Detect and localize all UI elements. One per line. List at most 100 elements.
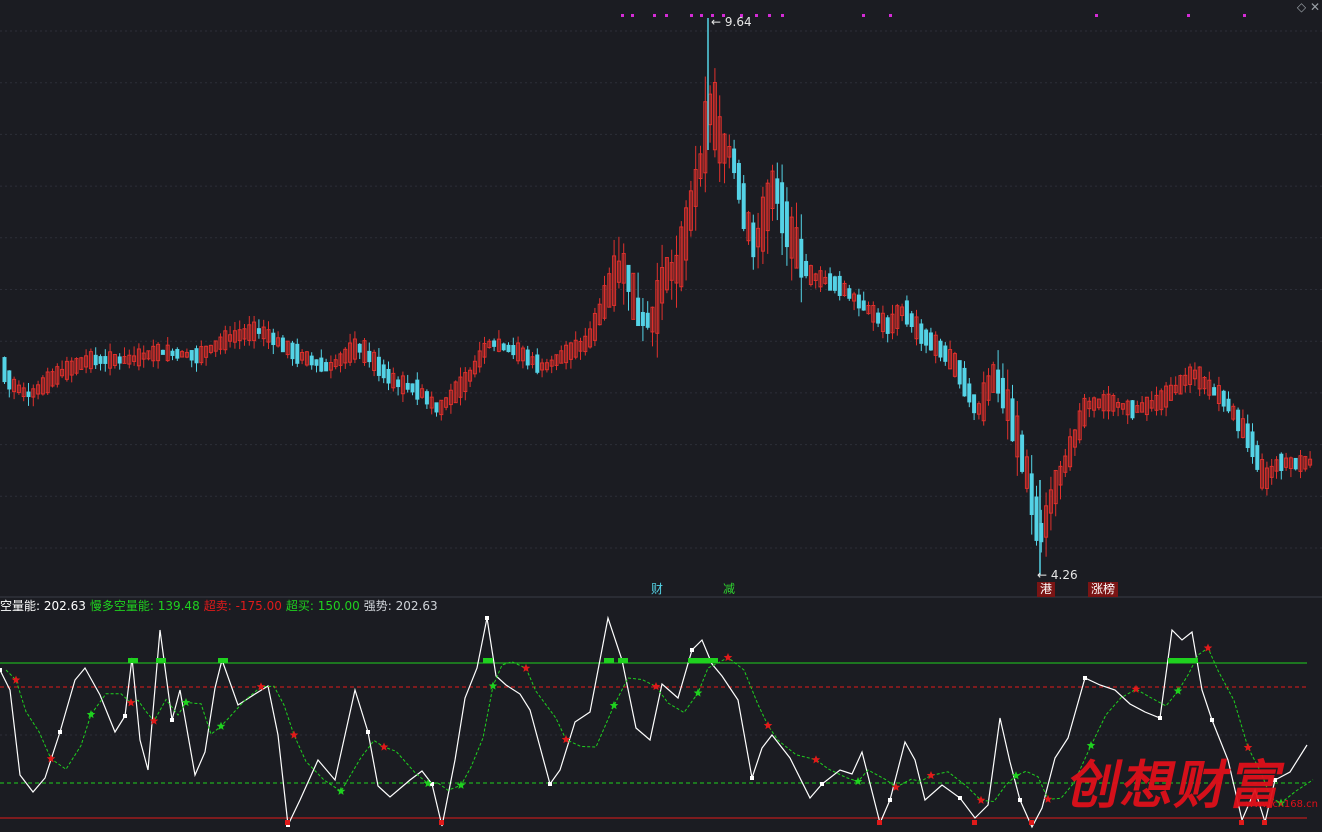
candle-body — [861, 300, 866, 311]
signal-dot — [690, 14, 693, 17]
signal-dot — [700, 14, 703, 17]
candle-body — [1226, 398, 1231, 412]
arrow-left-icon: ← — [711, 15, 722, 29]
candle-body — [741, 183, 746, 229]
candle-body — [856, 294, 861, 309]
signal-dot — [631, 14, 634, 17]
green-bar-marker — [1188, 658, 1198, 663]
green-star-marker — [693, 688, 703, 697]
candle-body — [1000, 377, 1005, 409]
candle-body — [909, 313, 914, 328]
candle-body — [386, 368, 391, 384]
indicator-legend: 空量能: 202.63 慢多空量能: 139.48 超卖: -175.00 超买: 1… — [0, 598, 442, 614]
signal-dot — [665, 14, 668, 17]
annotation-jian[interactable]: 减 — [720, 582, 738, 597]
candle-body — [1221, 390, 1226, 407]
signal-dot — [889, 14, 892, 17]
candle-body — [876, 312, 881, 324]
white-square-marker — [58, 730, 62, 734]
signal-dot — [781, 14, 784, 17]
red-square-marker — [1239, 820, 1244, 825]
white-square-marker — [548, 782, 552, 786]
candle-body — [736, 163, 741, 200]
signal-dot — [1095, 14, 1098, 17]
candle-body — [381, 364, 386, 379]
red-square-marker — [439, 820, 444, 825]
candle-body — [319, 357, 324, 372]
green-star-marker — [1173, 686, 1183, 695]
candle-body — [314, 359, 319, 366]
white-square-marker — [1158, 716, 1162, 720]
candle-body — [928, 332, 933, 351]
white-square-marker — [1210, 718, 1214, 722]
close-icon[interactable]: ✕ — [1310, 0, 1320, 14]
white-square-marker — [690, 648, 694, 652]
candle-body — [919, 323, 924, 344]
white-square-marker — [1083, 676, 1087, 680]
signal-dot — [755, 14, 758, 17]
green-bar-marker — [708, 658, 718, 663]
candle-body — [415, 379, 420, 400]
candle-body — [434, 402, 439, 413]
annotation-zhangbang[interactable]: 涨榜 — [1088, 582, 1119, 597]
green-star-marker — [456, 780, 466, 789]
low-price-label: ← 4.26 — [1037, 568, 1078, 582]
corner-icons: ◇ ✕ — [1297, 0, 1320, 14]
red-square-marker — [1029, 820, 1034, 825]
white-square-marker — [0, 668, 2, 672]
candle-body — [194, 348, 199, 364]
candle-body — [410, 383, 415, 393]
candle-body — [492, 340, 497, 347]
candle-body — [885, 317, 890, 334]
candle-body — [309, 355, 314, 366]
candle-body — [962, 367, 967, 397]
candle-body — [506, 344, 511, 353]
candle-body — [972, 394, 977, 414]
candle-body — [367, 350, 372, 363]
candle-body — [943, 345, 948, 362]
candle-body — [396, 379, 401, 388]
legend-item: 超卖: -175.00 — [203, 599, 282, 613]
red-star-marker — [651, 682, 661, 691]
candle-body — [751, 222, 756, 258]
candle-body — [357, 343, 362, 353]
green-bar-marker — [698, 658, 708, 663]
annotation-gang[interactable]: 港 — [1037, 582, 1056, 597]
signal-dot — [653, 14, 656, 17]
candle-body — [93, 354, 98, 366]
red-star-marker — [811, 755, 821, 764]
green-bar-marker — [128, 658, 138, 663]
candle-body — [775, 178, 780, 204]
high-price-label: ← 9.64 — [711, 15, 752, 29]
candle-body — [103, 356, 108, 364]
red-square-marker — [285, 820, 290, 825]
white-square-marker — [485, 616, 489, 620]
candle-body — [424, 391, 429, 405]
red-square-marker — [1262, 820, 1267, 825]
green-star-marker — [609, 701, 619, 710]
candle-body — [957, 360, 962, 385]
green-bar-marker — [618, 658, 628, 663]
candle-body — [535, 354, 540, 373]
candle-body — [501, 343, 506, 351]
candle-body — [405, 382, 410, 390]
green-bar-marker — [483, 658, 493, 663]
candle-body — [847, 288, 852, 299]
candle-body — [160, 349, 165, 355]
candle-body — [640, 312, 645, 327]
chart-canvas[interactable] — [0, 0, 1322, 832]
red-star-marker — [926, 771, 936, 780]
white-square-marker — [750, 776, 754, 780]
candle-body — [1212, 387, 1217, 396]
annotation-cai[interactable]: 财 — [648, 582, 666, 597]
signal-dot — [862, 14, 865, 17]
red-star-marker — [1131, 684, 1141, 693]
red-star-marker — [126, 698, 136, 707]
legend-item: 空量能: 202.63 — [0, 599, 86, 613]
candle-body — [636, 297, 641, 327]
candle-body — [904, 300, 909, 325]
diamond-icon[interactable]: ◇ — [1297, 0, 1306, 14]
candle-body — [175, 349, 180, 359]
candle-body — [295, 343, 300, 364]
green-bar-marker — [1178, 658, 1188, 663]
